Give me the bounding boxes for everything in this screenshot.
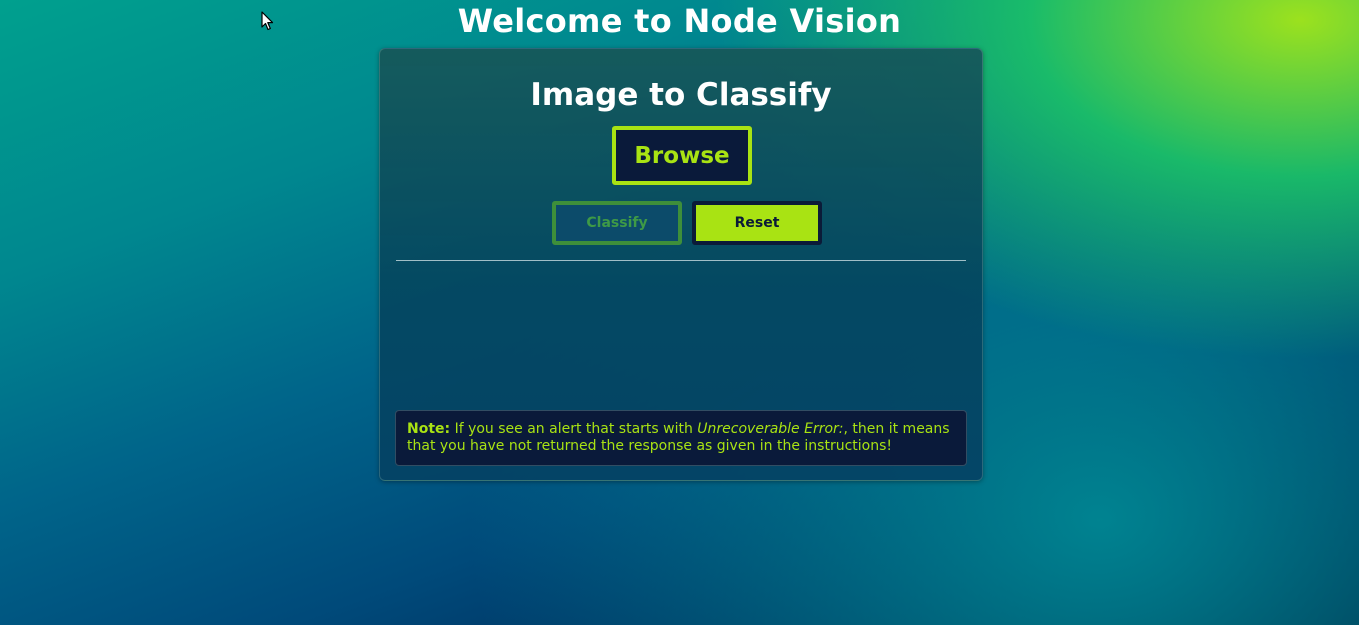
reset-button[interactable]: Reset [692, 201, 822, 245]
classification-result-area [396, 269, 966, 404]
classify-card: Image to Classify Browse Classify Reset … [379, 48, 983, 481]
classify-button[interactable]: Classify [552, 201, 682, 245]
card-title: Image to Classify [530, 77, 832, 113]
note-label: Note: [407, 421, 451, 437]
divider [396, 260, 966, 261]
page-title: Welcome to Node Vision [457, 2, 902, 40]
note-text-before: If you see an alert that starts with [450, 421, 698, 437]
browse-button[interactable]: Browse [612, 126, 752, 185]
note-emphasis: Unrecoverable Error: [697, 421, 844, 437]
note-box: Note: If you see an alert that starts wi… [395, 410, 967, 466]
